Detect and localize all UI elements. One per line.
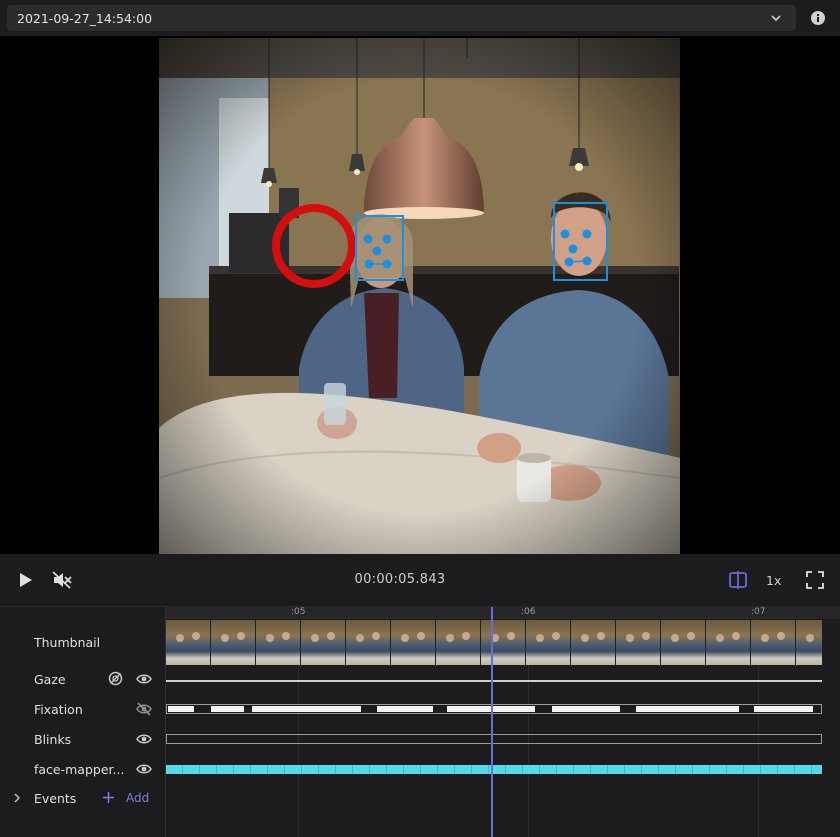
fixation-segment[interactable] — [552, 706, 620, 712]
fixation-segment[interactable] — [377, 706, 433, 712]
video-thumbnail — [211, 620, 256, 665]
eye-icon[interactable] — [136, 762, 152, 776]
thumbnail-strip[interactable] — [166, 620, 822, 665]
video-thumbnail — [661, 620, 706, 665]
add-icon[interactable] — [102, 791, 115, 804]
video-thumbnail — [616, 620, 661, 665]
row-label-gaze: Gaze — [34, 672, 66, 687]
video-thumbnail — [571, 620, 616, 665]
fixation-segment[interactable] — [168, 706, 194, 712]
timecode: 00:00:05.843 — [354, 572, 446, 587]
fixation-segment[interactable] — [252, 706, 361, 712]
fixation-segment[interactable] — [211, 706, 244, 712]
recording-name: 2021-09-27_14:54:00 — [17, 11, 153, 26]
recording-selector[interactable]: 2021-09-27_14:54:00 — [7, 5, 796, 31]
video-thumbnail — [751, 620, 796, 665]
gaze-offset-icon[interactable] — [108, 671, 123, 686]
video-thumbnail — [706, 620, 751, 665]
split-view-icon[interactable] — [728, 570, 748, 590]
blinks-track[interactable] — [166, 734, 822, 744]
add-event-button[interactable]: Add — [126, 791, 149, 805]
video-thumbnail — [391, 620, 436, 665]
chevron-right-icon[interactable] — [12, 793, 22, 803]
track-labels: Thumbnail Gaze Fixation Blinks face-mapp… — [0, 607, 165, 837]
tick-label: :07 — [751, 607, 766, 617]
fixation-track[interactable] — [166, 704, 822, 714]
tick-label: :06 — [521, 607, 536, 617]
eye-icon[interactable] — [136, 732, 152, 746]
video-thumbnail — [256, 620, 301, 665]
chevron-down-icon — [771, 15, 781, 22]
eye-icon[interactable] — [136, 672, 152, 686]
row-label-thumbnail: Thumbnail — [34, 635, 101, 650]
row-label-face-mapper: face-mapper... — [34, 762, 125, 777]
video-thumbnail — [796, 620, 822, 665]
fullscreen-icon[interactable] — [806, 571, 824, 589]
video-stage — [0, 36, 840, 554]
timeline-tracks[interactable]: :05 :06 :07 — [165, 607, 840, 837]
fixation-segment[interactable] — [754, 706, 813, 712]
gaze-track[interactable] — [166, 680, 822, 682]
row-label-fixation: Fixation — [34, 702, 83, 717]
video-thumbnail — [481, 620, 526, 665]
video-thumbnail — [301, 620, 346, 665]
playhead[interactable] — [491, 607, 493, 837]
video-thumbnail — [346, 620, 391, 665]
fixation-segment[interactable] — [636, 706, 739, 712]
info-icon[interactable] — [810, 10, 826, 26]
video-frame[interactable] — [159, 38, 680, 554]
top-bar: 2021-09-27_14:54:00 — [0, 0, 840, 36]
tick-label: :05 — [291, 607, 306, 617]
video-thumbnail — [436, 620, 481, 665]
row-label-blinks: Blinks — [34, 732, 72, 747]
playback-speed[interactable]: 1x — [766, 573, 781, 588]
face-mapper-track[interactable] — [166, 765, 822, 774]
video-thumbnail — [166, 620, 211, 665]
eye-off-icon[interactable] — [136, 702, 152, 716]
row-label-events: Events — [34, 791, 77, 806]
timeline-panel: Thumbnail Gaze Fixation Blinks face-mapp… — [0, 606, 840, 837]
video-thumbnail — [526, 620, 571, 665]
time-ruler[interactable]: :05 :06 :07 — [166, 607, 840, 619]
player-controls: 00:00:05.843 1x — [0, 554, 840, 606]
